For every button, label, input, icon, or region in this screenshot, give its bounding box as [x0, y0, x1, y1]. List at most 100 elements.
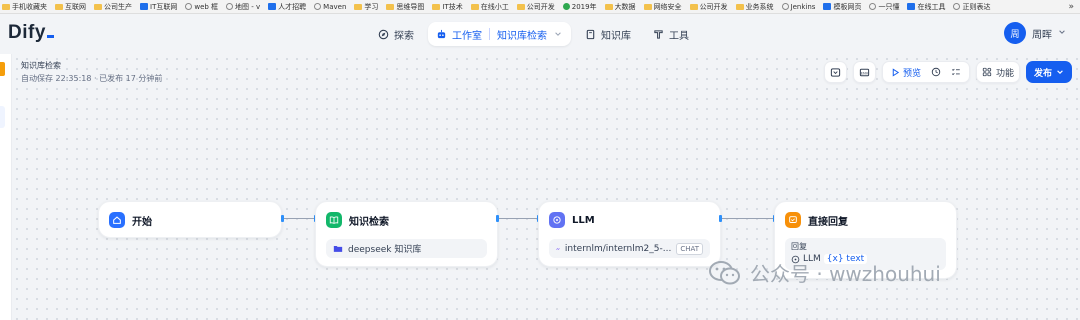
checklist-button[interactable] [947, 63, 965, 81]
nav-tools[interactable]: 工具 [645, 22, 697, 46]
bookmark-item[interactable]: 模板网页 [823, 2, 861, 12]
folder-icon [516, 3, 525, 10]
globe-icon [314, 3, 322, 10]
folder-icon [55, 3, 63, 10]
workflow-sidebar [0, 54, 12, 320]
knowledge-base-item[interactable]: deepseek 知识库 [326, 239, 487, 258]
site-icon [823, 3, 832, 10]
folder-icon [735, 3, 744, 10]
bookmark-item[interactable]: 正则表达 [953, 2, 990, 12]
bookmark-item[interactable]: 人才招聘 [268, 2, 306, 12]
folder-icon [643, 3, 652, 10]
folder-icon [689, 3, 698, 10]
edge-knowledge-llm[interactable] [498, 218, 538, 219]
book-open-icon [326, 212, 342, 228]
model-selector[interactable]: internlm/internlm2_5-... CHAT [549, 239, 710, 258]
publish-button[interactable]: 发布 [1025, 61, 1072, 83]
node-knowledge-retrieval[interactable]: 知识检索 deepseek 知识库 [315, 201, 498, 267]
folder-icon [333, 246, 343, 252]
node-title: 知识检索 [349, 216, 389, 228]
bookmark-item[interactable]: 一只懂 [869, 2, 899, 12]
nav-explore[interactable]: 探索 [370, 22, 422, 46]
model-provider-icon [556, 247, 560, 250]
bookmark-item[interactable]: 手机收藏夹 [2, 2, 47, 12]
tool-icon [653, 29, 664, 40]
node-output-handle[interactable] [496, 215, 499, 222]
bookmark-item[interactable]: 思维导图 [386, 2, 424, 12]
bookmark-item[interactable]: 地图 - v [226, 2, 260, 12]
node-start[interactable]: 开始 [98, 201, 282, 238]
bookmark-item[interactable]: IT互联网 [140, 2, 177, 12]
sidebar-item-orchestrate[interactable] [0, 106, 5, 128]
dify-logo[interactable]: Dify [8, 22, 54, 44]
node-title: LLM [572, 214, 595, 226]
home-icon [109, 212, 125, 228]
run-group: 预览 [881, 61, 970, 83]
bookmarks-overflow-button[interactable]: » [1064, 0, 1074, 13]
bookmark-item[interactable]: 公司生产 [94, 2, 132, 12]
bookmark-item[interactable]: web 框 [185, 2, 218, 12]
node-output-handle[interactable] [281, 215, 284, 222]
bookmark-item[interactable]: 网络安全 [643, 2, 682, 12]
site-icon [140, 3, 148, 10]
features-button[interactable]: 功能 [975, 61, 1020, 83]
app-title: 知识库检索 [21, 61, 61, 70]
bookmark-item[interactable]: 学习 [354, 2, 378, 12]
bookmark-item[interactable]: 在线工具 [907, 2, 945, 12]
preview-button[interactable]: 预览 [887, 63, 925, 81]
site-icon [562, 3, 570, 10]
bookmark-item[interactable]: 业务系统 [735, 2, 774, 12]
env-variables-button[interactable] [823, 61, 847, 83]
app-info: 知识库检索 自动保存 22:35:18 · 已发布 17 分钟前 [21, 60, 162, 84]
app-icon[interactable] [0, 62, 5, 76]
edge-start-knowledge[interactable] [284, 218, 316, 219]
bookmark-item[interactable]: 在线小工 [470, 2, 509, 12]
answer-label: 回复 [791, 242, 807, 251]
node-llm[interactable]: LLM internlm/internlm2_5-... CHAT [538, 201, 721, 267]
user-name: 周晖 [1032, 29, 1052, 41]
app-header: Dify 探索 工作室 知识库检索 知识库 工具 周 周晖 [0, 14, 1080, 54]
user-menu[interactable]: 周 周晖 [1004, 22, 1066, 44]
model-mode-badge: CHAT [676, 242, 703, 255]
workflow-toolbar: ENV 预览 功能 发布 [823, 61, 1072, 83]
play-icon [892, 67, 900, 77]
history-icon [931, 67, 941, 77]
chevron-down-icon [1058, 28, 1066, 39]
conversation-variables-button[interactable]: ENV [852, 61, 876, 83]
globe-icon [953, 3, 961, 10]
avatar[interactable]: 周 [1004, 22, 1026, 44]
folder-icon [94, 3, 102, 10]
bookmark-item[interactable]: 公司开发 [689, 2, 728, 12]
save-status: 自动保存 22:35:18 · 已发布 17 分钟前 [21, 74, 163, 83]
site-icon [907, 3, 916, 10]
checklist-icon [951, 68, 960, 76]
bookmark-item[interactable]: 公司开发 [516, 2, 555, 12]
folder-icon [354, 3, 363, 10]
nav-knowledge[interactable]: 知识库 [577, 22, 639, 46]
bookmark-item[interactable]: IT技术 [432, 2, 463, 12]
node-header: LLM [549, 212, 595, 228]
bookmark-item[interactable]: Maven [314, 3, 346, 11]
edge-llm-answer[interactable] [722, 218, 774, 219]
variable-icon: ENV [859, 68, 870, 76]
bookmarks-bar: 手机收藏夹 互联网 公司生产 IT互联网 web 框 地图 - v 人才招聘 M… [0, 0, 1080, 14]
bookmark-item[interactable]: 2019年 [562, 2, 597, 12]
bookmark-item[interactable]: Jenkins [781, 3, 815, 11]
site-icon [268, 3, 277, 10]
history-button[interactable] [927, 63, 945, 81]
bookmark-item[interactable]: 互联网 [55, 2, 86, 12]
bookmark-item[interactable]: 大数据 [604, 2, 636, 12]
node-title: 开始 [132, 216, 152, 228]
nav-studio[interactable]: 工作室 知识库检索 [428, 22, 571, 46]
node-header: 开始 [109, 212, 152, 228]
chevron-down-icon[interactable] [552, 29, 563, 40]
brain-icon [549, 212, 565, 228]
watermark: 公众号 · wwzhouhui [708, 258, 941, 287]
wechat-icon [709, 260, 740, 284]
globe-icon [185, 3, 193, 10]
current-app-name[interactable]: 知识库检索 [497, 27, 547, 42]
main-nav: 探索 工作室 知识库检索 知识库 工具 [370, 22, 697, 46]
logo-accent [46, 35, 54, 38]
node-output-handle[interactable] [719, 215, 722, 222]
reply-icon [785, 212, 801, 228]
